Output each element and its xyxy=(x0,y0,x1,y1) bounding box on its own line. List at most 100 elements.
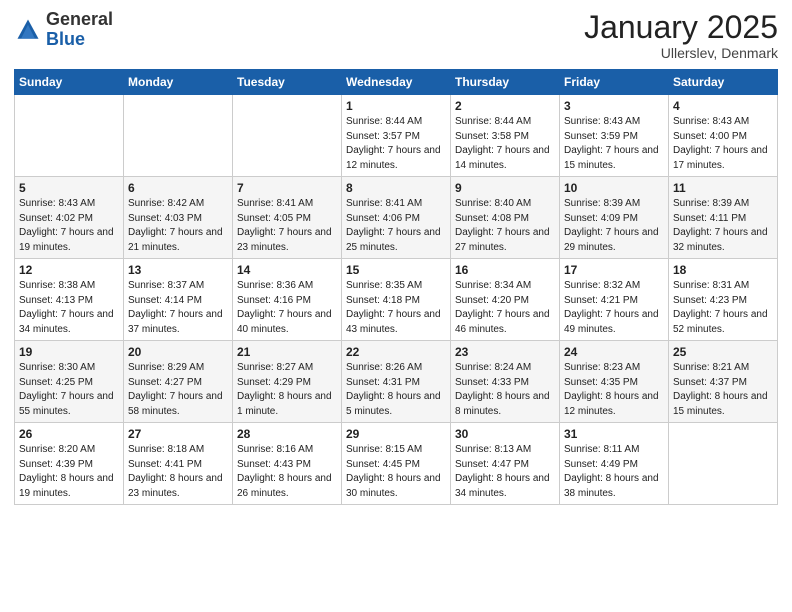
day-number: 6 xyxy=(128,181,228,195)
day-number: 10 xyxy=(564,181,664,195)
day-cell: 1Sunrise: 8:44 AM Sunset: 3:57 PM Daylig… xyxy=(342,95,451,177)
day-number: 5 xyxy=(19,181,119,195)
logo-general-text: General xyxy=(46,9,113,29)
logo-blue-text: Blue xyxy=(46,29,85,49)
day-number: 4 xyxy=(673,99,773,113)
day-info: Sunrise: 8:11 AM Sunset: 4:49 PM Dayligh… xyxy=(564,443,664,501)
day-cell: 21Sunrise: 8:27 AM Sunset: 4:29 PM Dayli… xyxy=(233,341,342,423)
day-info: Sunrise: 8:21 AM Sunset: 4:37 PM Dayligh… xyxy=(673,361,773,419)
col-thursday: Thursday xyxy=(451,70,560,95)
day-cell: 2Sunrise: 8:44 AM Sunset: 3:58 PM Daylig… xyxy=(451,95,560,177)
week-row-1: 1Sunrise: 8:44 AM Sunset: 3:57 PM Daylig… xyxy=(15,95,778,177)
col-sunday: Sunday xyxy=(15,70,124,95)
calendar: Sunday Monday Tuesday Wednesday Thursday… xyxy=(14,69,778,505)
day-cell: 14 Sunrise: 8:36 AM Sunset: 4:16 PM Dayli… xyxy=(233,259,342,341)
month-title: January 2025 xyxy=(584,10,778,45)
day-info: Sunrise: 8:43 AM Sunset: 4:02 PM Dayligh… xyxy=(19,197,119,255)
day-info: Sunrise: 8:23 AM Sunset: 4:35 PM Dayligh… xyxy=(564,361,664,419)
day-cell: 7Sunrise: 8:41 AM Sunset: 4:05 PM Daylig… xyxy=(233,177,342,259)
day-info: Sunrise: 8:26 AM Sunset: 4:31 PM Dayligh… xyxy=(346,361,446,419)
day-cell: 11Sunrise: 8:39 AM Sunset: 4:11 PM Dayli… xyxy=(669,177,778,259)
day-cell: 20 Sunrise: 8:29 AM Sunset: 4:27 PM Dayli… xyxy=(124,341,233,423)
day-info: Sunrise: 8:43 AM Sunset: 4:00 PM Dayligh… xyxy=(673,115,773,173)
col-saturday: Saturday xyxy=(669,70,778,95)
day-number: 26 xyxy=(19,427,119,441)
day-info: Sunrise: 8:18 AM Sunset: 4:41 PM Dayligh… xyxy=(128,443,228,501)
day-cell: 27 Sunrise: 8:18 AM Sunset: 4:41 PM Dayli… xyxy=(124,423,233,505)
day-info: Sunrise: 8:27 AM Sunset: 4:29 PM Dayligh… xyxy=(237,361,337,419)
day-cell: 3 Sunrise: 8:43 AM Sunset: 3:59 PM Daylig… xyxy=(560,95,669,177)
col-wednesday: Wednesday xyxy=(342,70,451,95)
day-info: Sunrise: 8:44 AM Sunset: 3:57 PM Dayligh… xyxy=(346,115,446,173)
day-cell: 22Sunrise: 8:26 AM Sunset: 4:31 PM Dayli… xyxy=(342,341,451,423)
day-info: Sunrise: 8:36 AM Sunset: 4:16 PM Dayligh… xyxy=(237,279,337,337)
day-cell: 28 Sunrise: 8:16 AM Sunset: 4:43 PM Dayli… xyxy=(233,423,342,505)
day-info: Sunrise: 8:13 AM Sunset: 4:47 PM Dayligh… xyxy=(455,443,555,501)
day-cell: 18 Sunrise: 8:31 AM Sunset: 4:23 PM Dayli… xyxy=(669,259,778,341)
day-cell: 12 Sunrise: 8:38 AM Sunset: 4:13 PM Dayli… xyxy=(15,259,124,341)
day-cell: 17Sunrise: 8:32 AM Sunset: 4:21 PM Dayli… xyxy=(560,259,669,341)
day-number: 2 xyxy=(455,99,555,113)
day-number: 27 xyxy=(128,427,228,441)
day-cell: 15Sunrise: 8:35 AM Sunset: 4:18 PM Dayli… xyxy=(342,259,451,341)
day-cell: 19Sunrise: 8:30 AM Sunset: 4:25 PM Dayli… xyxy=(15,341,124,423)
day-number: 12 xyxy=(19,263,119,277)
day-cell: 5 Sunrise: 8:43 AM Sunset: 4:02 PM Daylig… xyxy=(15,177,124,259)
header-row: Sunday Monday Tuesday Wednesday Thursday… xyxy=(15,70,778,95)
page: General Blue January 2025 Ullerslev, Den… xyxy=(0,0,792,612)
day-cell: 4 Sunrise: 8:43 AM Sunset: 4:00 PM Daylig… xyxy=(669,95,778,177)
day-cell: 29 Sunrise: 8:15 AM Sunset: 4:45 PM Dayli… xyxy=(342,423,451,505)
header: General Blue January 2025 Ullerslev, Den… xyxy=(14,10,778,61)
col-monday: Monday xyxy=(124,70,233,95)
day-number: 24 xyxy=(564,345,664,359)
day-info: Sunrise: 8:40 AM Sunset: 4:08 PM Dayligh… xyxy=(455,197,555,255)
col-tuesday: Tuesday xyxy=(233,70,342,95)
day-cell xyxy=(15,95,124,177)
day-number: 9 xyxy=(455,181,555,195)
day-cell: 24 Sunrise: 8:23 AM Sunset: 4:35 PM Dayli… xyxy=(560,341,669,423)
title-block: January 2025 Ullerslev, Denmark xyxy=(584,10,778,61)
day-cell: 10Sunrise: 8:39 AM Sunset: 4:09 PM Dayli… xyxy=(560,177,669,259)
logo: General Blue xyxy=(14,10,113,50)
day-info: Sunrise: 8:34 AM Sunset: 4:20 PM Dayligh… xyxy=(455,279,555,337)
day-cell: 25Sunrise: 8:21 AM Sunset: 4:37 PM Dayli… xyxy=(669,341,778,423)
day-info: Sunrise: 8:42 AM Sunset: 4:03 PM Dayligh… xyxy=(128,197,228,255)
day-info: Sunrise: 8:31 AM Sunset: 4:23 PM Dayligh… xyxy=(673,279,773,337)
day-cell: 31Sunrise: 8:11 AM Sunset: 4:49 PM Dayli… xyxy=(560,423,669,505)
day-number: 13 xyxy=(128,263,228,277)
day-number: 29 xyxy=(346,427,446,441)
day-cell xyxy=(124,95,233,177)
day-info: Sunrise: 8:37 AM Sunset: 4:14 PM Dayligh… xyxy=(128,279,228,337)
day-info: Sunrise: 8:29 AM Sunset: 4:27 PM Dayligh… xyxy=(128,361,228,419)
day-info: Sunrise: 8:15 AM Sunset: 4:45 PM Dayligh… xyxy=(346,443,446,501)
day-cell xyxy=(233,95,342,177)
day-number: 28 xyxy=(237,427,337,441)
day-cell: 30 Sunrise: 8:13 AM Sunset: 4:47 PM Dayli… xyxy=(451,423,560,505)
day-cell: 8 Sunrise: 8:41 AM Sunset: 4:06 PM Daylig… xyxy=(342,177,451,259)
col-friday: Friday xyxy=(560,70,669,95)
day-info: Sunrise: 8:20 AM Sunset: 4:39 PM Dayligh… xyxy=(19,443,119,501)
day-cell: 6 Sunrise: 8:42 AM Sunset: 4:03 PM Daylig… xyxy=(124,177,233,259)
day-info: Sunrise: 8:30 AM Sunset: 4:25 PM Dayligh… xyxy=(19,361,119,419)
day-info: Sunrise: 8:39 AM Sunset: 4:11 PM Dayligh… xyxy=(673,197,773,255)
day-info: Sunrise: 8:38 AM Sunset: 4:13 PM Dayligh… xyxy=(19,279,119,337)
day-cell: 16Sunrise: 8:34 AM Sunset: 4:20 PM Dayli… xyxy=(451,259,560,341)
day-info: Sunrise: 8:35 AM Sunset: 4:18 PM Dayligh… xyxy=(346,279,446,337)
day-number: 30 xyxy=(455,427,555,441)
day-number: 3 xyxy=(564,99,664,113)
day-number: 17 xyxy=(564,263,664,277)
logo-icon xyxy=(14,16,42,44)
day-info: Sunrise: 8:41 AM Sunset: 4:06 PM Dayligh… xyxy=(346,197,446,255)
week-row-3: 12 Sunrise: 8:38 AM Sunset: 4:13 PM Dayli… xyxy=(15,259,778,341)
day-number: 18 xyxy=(673,263,773,277)
day-number: 20 xyxy=(128,345,228,359)
day-info: Sunrise: 8:41 AM Sunset: 4:05 PM Dayligh… xyxy=(237,197,337,255)
day-number: 23 xyxy=(455,345,555,359)
day-info: Sunrise: 8:43 AM Sunset: 3:59 PM Dayligh… xyxy=(564,115,664,173)
day-cell: 13 Sunrise: 8:37 AM Sunset: 4:14 PM Dayli… xyxy=(124,259,233,341)
day-number: 8 xyxy=(346,181,446,195)
day-cell: 9 Sunrise: 8:40 AM Sunset: 4:08 PM Daylig… xyxy=(451,177,560,259)
day-info: Sunrise: 8:16 AM Sunset: 4:43 PM Dayligh… xyxy=(237,443,337,501)
day-cell: 23Sunrise: 8:24 AM Sunset: 4:33 PM Dayli… xyxy=(451,341,560,423)
day-number: 14 xyxy=(237,263,337,277)
